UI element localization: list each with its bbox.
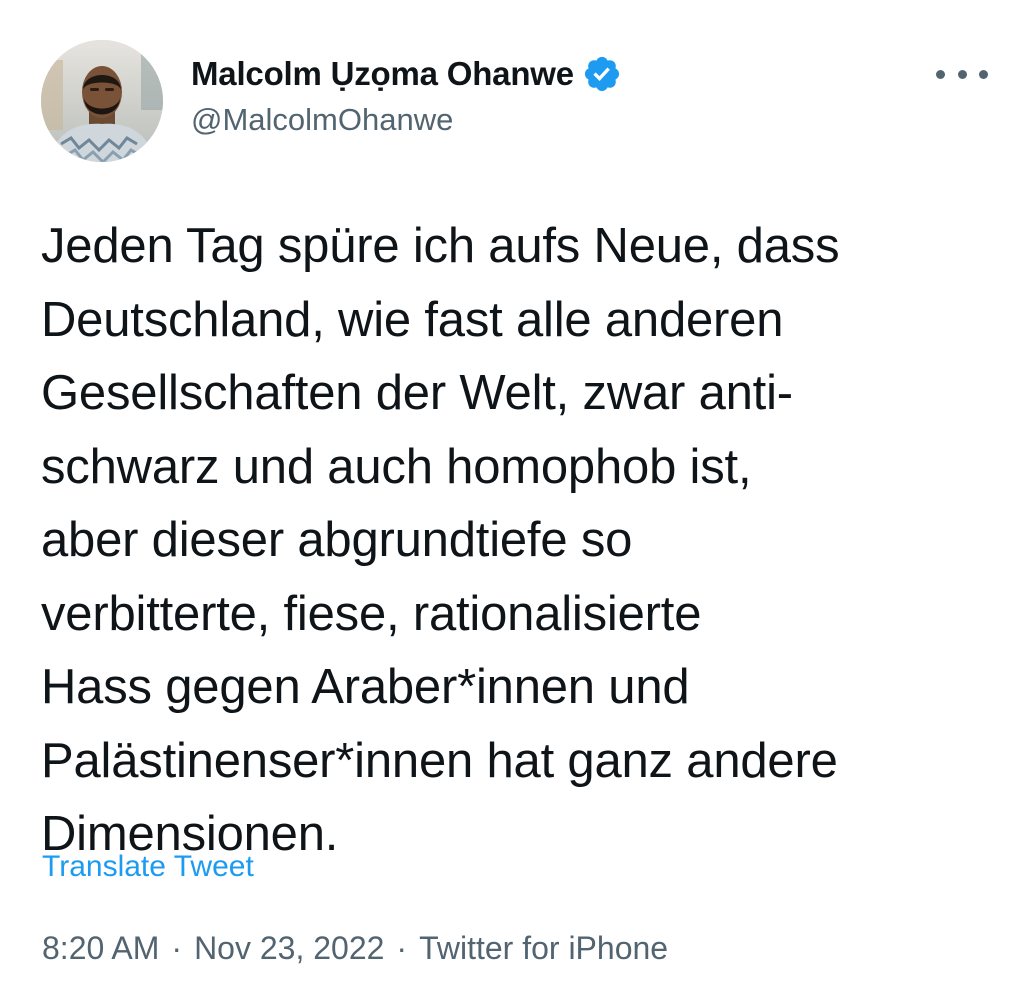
tweet-text-line: Gesellschaften der Welt, zwar anti- xyxy=(41,366,793,420)
tweet-text: Jeden Tag spüre ich aufs Neue, dass Deut… xyxy=(41,210,1001,872)
more-options-button[interactable] xyxy=(936,54,988,94)
tweet-card: Malcolm Ụzọma Ohanwe @MalcolmOhanwe Jede… xyxy=(0,0,1024,1004)
avatar[interactable] xyxy=(41,40,163,162)
meta-separator: · xyxy=(171,930,183,966)
meta-separator: · xyxy=(396,930,408,966)
author-handle[interactable]: @MalcolmOhanwe xyxy=(191,102,622,138)
tweet-date[interactable]: Nov 23, 2022 xyxy=(194,930,384,967)
author-display-name[interactable]: Malcolm Ụzọma Ohanwe xyxy=(191,55,574,93)
tweet-text-line: schwarz und auch homophob ist, xyxy=(41,439,752,494)
avatar-image xyxy=(41,40,163,162)
tweet-time[interactable]: 8:20 AM xyxy=(42,930,159,967)
tweet-text-line: Hass gegen Araber*innen und xyxy=(41,660,690,714)
tweet-text-line: verbitterte, fiese, rationalisierte xyxy=(41,586,702,641)
more-horizontal-icon-dot xyxy=(957,69,967,79)
tweet-text-line: aber dieser abgrundtiefe so xyxy=(41,513,633,567)
more-horizontal-icon xyxy=(936,69,945,79)
tweet-text-line: Palästinenser*innen hat ganz andere xyxy=(41,733,838,788)
author-block: Malcolm Ụzọma Ohanwe @MalcolmOhanwe xyxy=(191,54,622,138)
tweet-source[interactable]: Twitter for iPhone xyxy=(419,930,668,967)
more-horizontal-icon-dot xyxy=(979,69,988,79)
tweet-meta: 8:20 AM · Nov 23, 2022 · Twitter for iPh… xyxy=(42,930,668,967)
display-name-row: Malcolm Ụzọma Ohanwe xyxy=(191,54,622,94)
verified-badge-icon xyxy=(582,54,622,94)
translate-tweet-link[interactable]: Translate Tweet xyxy=(42,850,254,884)
tweet-text-line: Deutschland, wie fast alle anderen xyxy=(41,292,784,347)
tweet-text-line: Jeden Tag spüre ich aufs Neue, dass xyxy=(41,219,840,273)
